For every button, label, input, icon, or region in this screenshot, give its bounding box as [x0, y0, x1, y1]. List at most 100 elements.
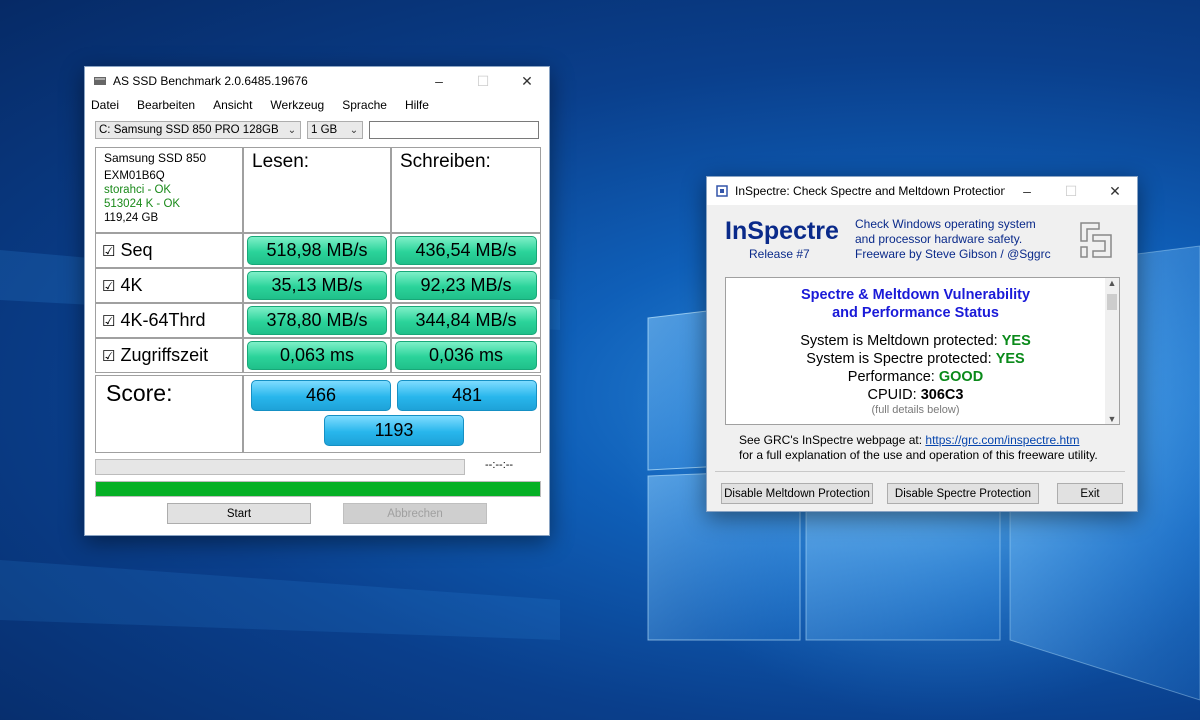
maximize-button[interactable]: ☐ [1049, 177, 1093, 205]
spectre-value: YES [995, 351, 1025, 367]
perf-label: Performance: [847, 369, 935, 385]
cpuid-label: CPUID: [867, 387, 917, 403]
drive-alignment-status: 513024 K - OK [104, 198, 181, 210]
details-note: (full details below) [871, 404, 960, 416]
checkbox-4k64[interactable]: ☑ [102, 312, 115, 330]
checkbox-access[interactable]: ☑ [102, 347, 115, 365]
divider [715, 471, 1125, 472]
seq-read-value: 518,98 MB/s [247, 236, 387, 265]
row-label: Zugriffszeit [120, 345, 209, 365]
as-ssd-titlebar: AS SSD Benchmark 2.0.6485.19676 – ☐ ✕ [85, 67, 549, 95]
drive-capacity: 119,24 GB [104, 212, 159, 224]
total-progress-bar [95, 481, 541, 497]
meltdown-label: System is Meltdown protected: [800, 333, 998, 349]
toolbar-row: C: Samsung SSD 850 PRO 128GB ⌄ 1 GB ⌄ [95, 121, 539, 139]
inspectre-link[interactable]: https://grc.com/inspectre.htm [925, 433, 1079, 447]
inspectre-release: Release #7 [749, 247, 810, 261]
start-button[interactable]: Start [167, 503, 311, 524]
maximize-button[interactable]: ☐ [461, 67, 505, 95]
status-scrollbar[interactable]: ▲ ▼ [1105, 278, 1119, 424]
performance-status: Performance: GOOD [726, 368, 1119, 386]
as-ssd-app-icon [94, 77, 106, 85]
row-label: 4K-64Thrd [120, 310, 206, 330]
meltdown-status: System is Meltdown protected: YES [726, 332, 1119, 350]
chevron-down-icon: ⌄ [349, 124, 359, 136]
elapsed-time: --:--:-- [485, 459, 514, 471]
drive-driver-status: storahci - OK [104, 184, 172, 196]
write-header: Schreiben: [391, 147, 541, 233]
info-text: See GRC's InSpectre webpage at: https://… [739, 433, 1098, 463]
minimize-button[interactable]: – [417, 67, 461, 95]
inspectre-tagline: Check Windows operating system and proce… [855, 217, 1051, 262]
row-label: Seq [120, 240, 153, 260]
info-line2: for a full explanation of the use and op… [739, 448, 1098, 462]
status-panel: Spectre & Meltdown Vulnerability and Per… [725, 277, 1120, 425]
total-progress-fill [96, 482, 540, 496]
4k-write-value: 92,23 MB/s [395, 271, 537, 300]
row-access-label: ☑ Zugriffszeit [95, 338, 243, 373]
menu-werkzeug[interactable]: Werkzeug [270, 98, 324, 112]
access-read-value: 0,063 ms [247, 341, 387, 370]
as-ssd-title: AS SSD Benchmark 2.0.6485.19676 [113, 74, 308, 88]
abort-button[interactable]: Abbrechen [343, 503, 487, 524]
perf-value: GOOD [938, 369, 984, 385]
drive-select[interactable]: C: Samsung SSD 850 PRO 128GB ⌄ [95, 121, 301, 139]
inspectre-brand: InSpectre [725, 217, 839, 245]
size-select-value: 1 GB [311, 124, 338, 136]
minimize-button[interactable]: – [1005, 177, 1049, 205]
grc-logo-icon [1080, 222, 1112, 258]
inspectre-title: InSpectre: Check Spectre and Meltdown Pr… [735, 184, 1005, 198]
disable-meltdown-button[interactable]: Disable Meltdown Protection [721, 483, 873, 504]
4k-read-value: 35,13 MB/s [247, 271, 387, 300]
close-button[interactable]: ✕ [1093, 177, 1137, 205]
drive-model: Samsung SSD 850 [104, 151, 207, 165]
menu-hilfe[interactable]: Hilfe [405, 98, 429, 112]
vuln-title-line: and Performance Status [832, 305, 999, 321]
close-button[interactable]: ✕ [505, 67, 549, 95]
score-read-value: 466 [251, 380, 391, 411]
size-select[interactable]: 1 GB ⌄ [307, 121, 363, 139]
tagline-line: and processor hardware safety. [855, 232, 1023, 246]
as-ssd-window: AS SSD Benchmark 2.0.6485.19676 – ☐ ✕ Da… [84, 66, 550, 536]
inspectre-app-icon [716, 185, 728, 197]
row-4k-label: ☑ 4K [95, 268, 243, 303]
chevron-down-icon: ⌄ [287, 124, 297, 136]
scroll-down-icon[interactable]: ▼ [1105, 414, 1119, 424]
menu-bearbeiten[interactable]: Bearbeiten [137, 98, 195, 112]
info-prefix: See GRC's InSpectre webpage at: [739, 433, 923, 447]
read-header: Lesen: [243, 147, 391, 233]
info-line1: See GRC's InSpectre webpage at: https://… [739, 433, 1098, 448]
tagline-line: Check Windows operating system [855, 217, 1036, 231]
vuln-title: Spectre & Meltdown Vulnerability and Per… [726, 286, 1119, 322]
drive-select-value: C: Samsung SSD 850 PRO 128GB [99, 124, 279, 136]
vuln-title-line: Spectre & Meltdown Vulnerability [800, 287, 1031, 303]
row-4k64-label: ☑ 4K-64Thrd [95, 303, 243, 338]
row-label: 4K [120, 275, 143, 295]
inspectre-titlebar: InSpectre: Check Spectre and Meltdown Pr… [707, 177, 1137, 205]
test-progress-bar [95, 459, 465, 475]
results-grid: Samsung SSD 850 EXM01B6Q storahci - OK 5… [95, 147, 541, 453]
tagline-line: Freeware by Steve Gibson / @Sggrc [855, 247, 1051, 261]
scroll-up-icon[interactable]: ▲ [1105, 278, 1119, 288]
drive-info: Samsung SSD 850 EXM01B6Q storahci - OK 5… [95, 147, 243, 233]
menu-sprache[interactable]: Sprache [342, 98, 387, 112]
checkbox-4k[interactable]: ☑ [102, 277, 115, 295]
exit-button[interactable]: Exit [1057, 483, 1123, 504]
4k64-read-value: 378,80 MB/s [247, 306, 387, 335]
row-seq-label: ☑ Seq [95, 233, 243, 268]
checkbox-seq[interactable]: ☑ [102, 242, 115, 260]
menu-ansicht[interactable]: Ansicht [213, 98, 252, 112]
access-write-value: 0,036 ms [395, 341, 537, 370]
score-total-value: 1193 [324, 415, 464, 446]
text-field[interactable] [369, 121, 539, 139]
seq-write-value: 436,54 MB/s [395, 236, 537, 265]
drive-firmware: EXM01B6Q [104, 170, 165, 182]
menu-datei[interactable]: Datei [91, 98, 119, 112]
scroll-thumb[interactable] [1107, 294, 1117, 310]
spectre-label: System is Spectre protected: [806, 351, 992, 367]
score-write-value: 481 [397, 380, 537, 411]
disable-spectre-button[interactable]: Disable Spectre Protection [887, 483, 1039, 504]
cpuid-status: CPUID: 306C3 [726, 386, 1119, 404]
meltdown-value: YES [1001, 333, 1031, 349]
spectre-status: System is Spectre protected: YES [726, 350, 1119, 368]
